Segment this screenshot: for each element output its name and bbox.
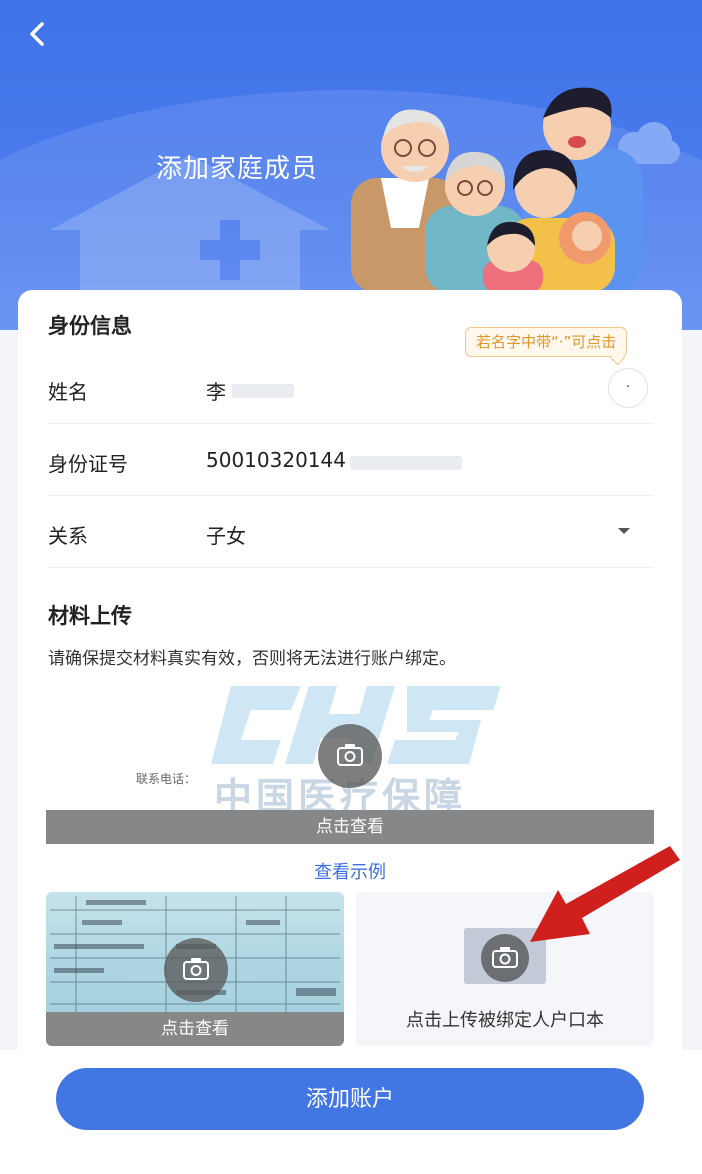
example-contact-label: 联系电话： xyxy=(136,772,197,786)
household-register-thumbnail[interactable]: 点击查看 xyxy=(46,892,344,1046)
name-dot-tooltip: 若名字中带“·”可点击 xyxy=(465,327,628,357)
upload-label: 点击上传被绑定人户口本 xyxy=(406,1010,604,1031)
id-label: 身份证号 xyxy=(48,452,128,476)
id-value[interactable]: 50010320144 xyxy=(206,448,346,472)
camera-icon xyxy=(337,744,363,766)
red-arrow-icon xyxy=(530,846,680,942)
relation-row[interactable]: 关系 子女 xyxy=(48,498,654,568)
insert-dot-button[interactable]: · xyxy=(608,368,648,408)
name-row: 姓名 李 · xyxy=(48,354,654,424)
header-banner: 添加家庭成员 xyxy=(0,0,702,330)
identity-section-title: 身份信息 xyxy=(48,314,132,338)
id-row: 身份证号 50010320144 xyxy=(48,426,654,496)
materials-section-title: 材料上传 xyxy=(48,604,132,628)
materials-notice: 请确保提交材料真实有效，否则将无法进行账户绑定。 xyxy=(48,649,456,669)
camera-icon xyxy=(183,958,209,980)
camera-button[interactable] xyxy=(164,938,228,1002)
redacted-mask xyxy=(232,384,294,398)
family-illustration xyxy=(351,87,643,293)
chevron-down-icon[interactable] xyxy=(618,528,630,534)
name-label: 姓名 xyxy=(48,380,88,404)
example-document[interactable]: 中国医疗保障 联系电话： 点击查看 xyxy=(46,680,654,844)
add-account-button[interactable]: 添加账户 xyxy=(56,1068,644,1130)
relation-value[interactable]: 子女 xyxy=(206,520,246,549)
redacted-mask xyxy=(350,456,462,470)
name-value[interactable]: 李 xyxy=(206,376,226,405)
camera-button[interactable] xyxy=(318,724,382,788)
page-title: 添加家庭成员 xyxy=(156,154,319,184)
back-button[interactable] xyxy=(18,14,58,54)
relation-label: 关系 xyxy=(48,524,88,548)
view-thumbnail-bar[interactable]: 点击查看 xyxy=(46,1012,344,1046)
